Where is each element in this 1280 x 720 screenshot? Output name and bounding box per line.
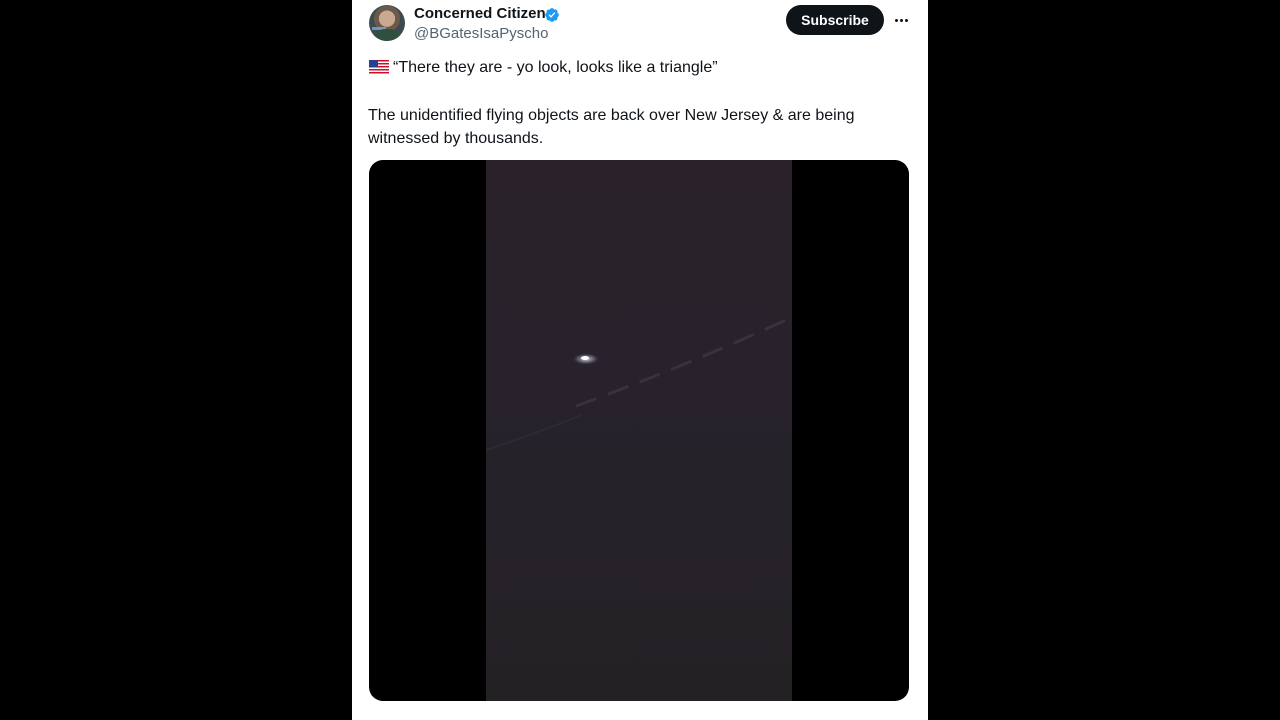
tweet-quote: “There they are - yo look, looks like a …: [393, 59, 718, 76]
light-core: [581, 356, 589, 360]
video-player[interactable]: [369, 160, 909, 701]
subscribe-button[interactable]: Subscribe: [786, 5, 884, 35]
more-horizontal-icon[interactable]: [890, 10, 912, 30]
avatar[interactable]: [369, 5, 405, 41]
faint-streak: [575, 318, 787, 408]
tweet-card: Concerned Citizen @BGatesIsaPyscho Subsc…: [352, 0, 928, 720]
avatar-shirt: [373, 29, 401, 41]
display-name[interactable]: Concerned Citizen: [414, 5, 546, 23]
user-handle[interactable]: @BGatesIsaPyscho: [414, 25, 548, 43]
us-flag-icon: [369, 60, 389, 75]
verified-badge-icon: [545, 8, 559, 22]
night-sky-footage: [486, 318, 787, 451]
tweet-body: The unidentified flying objects are back…: [368, 107, 855, 147]
faint-streak-2: [486, 414, 582, 451]
video-frame-content: [486, 160, 792, 701]
